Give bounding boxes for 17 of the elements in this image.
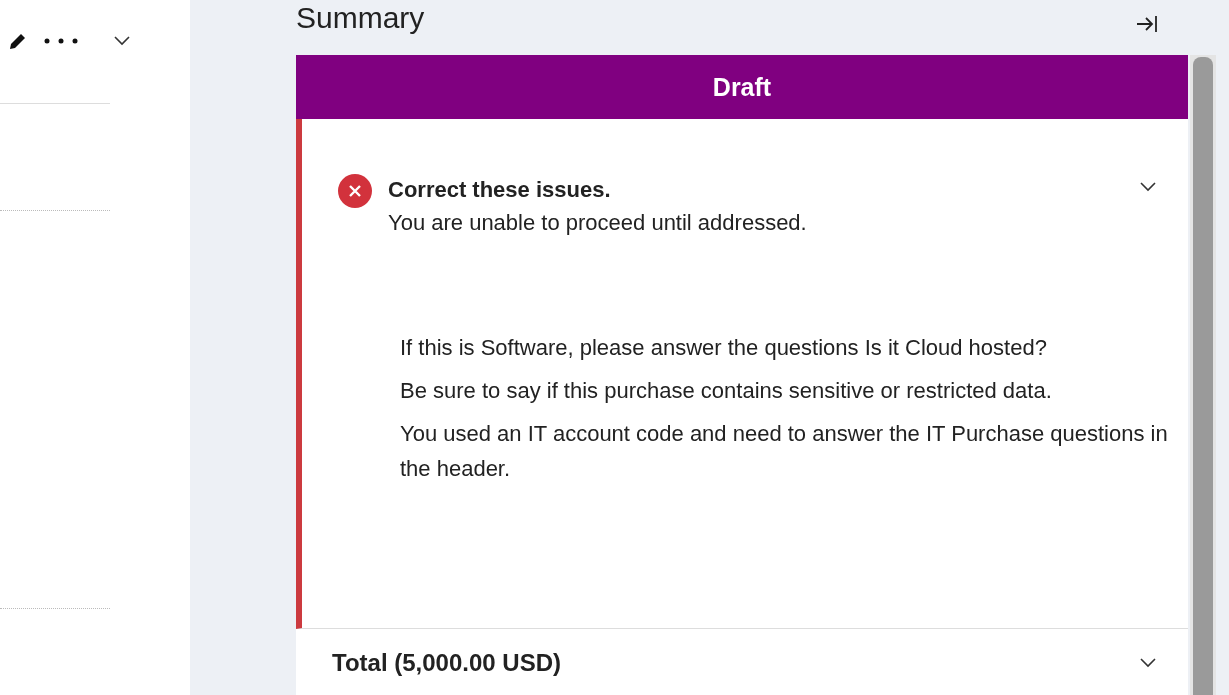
status-banner: Draft xyxy=(296,55,1188,119)
alert-title: Correct these issues. xyxy=(388,176,612,204)
collapse-panel-icon[interactable] xyxy=(1136,14,1158,34)
issue-message: Be sure to say if this purchase contains sensitive or restricted data. xyxy=(400,377,1053,405)
error-icon xyxy=(338,174,372,208)
issue-message: You used an IT account code and need to answer the IT Purchase questions in the header. xyxy=(400,420,1169,483)
total-label: Total (5,000.00 USD) xyxy=(332,649,561,677)
chevron-down-icon[interactable] xyxy=(1140,658,1156,668)
pencil-icon[interactable] xyxy=(8,31,28,51)
more-icon[interactable] xyxy=(44,38,78,44)
chevron-down-icon[interactable] xyxy=(114,36,130,46)
alert-subtitle: You are unable to proceed until addressed. xyxy=(388,209,808,237)
issue-message: If this is Software, please answer the questions Is it Cloud hosted? xyxy=(400,334,1048,362)
chevron-down-icon[interactable] xyxy=(1140,182,1156,192)
scrollbar[interactable] xyxy=(1190,55,1216,695)
total-row[interactable]: Total (5,000.00 USD) xyxy=(296,629,1188,677)
summary-title: Summary xyxy=(296,1,425,35)
